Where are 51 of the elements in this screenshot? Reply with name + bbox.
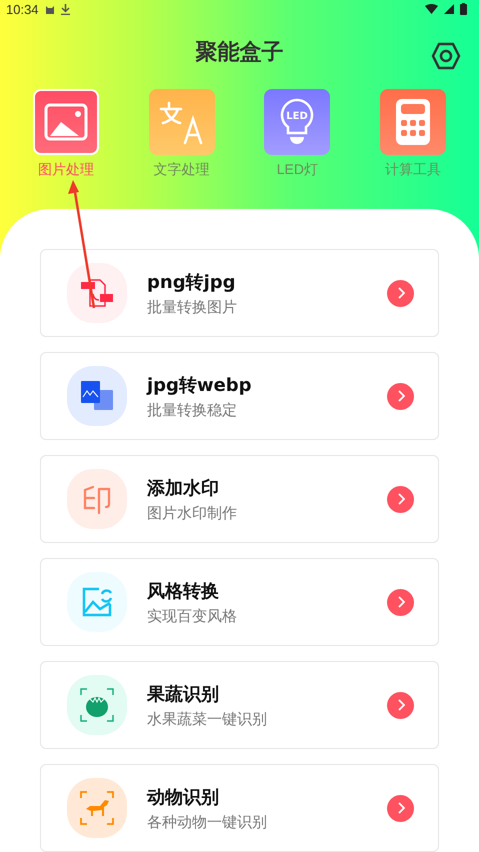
settings-button[interactable] xyxy=(431,42,461,72)
cat-icon xyxy=(44,4,55,14)
category-label: 图片处理 xyxy=(38,161,94,179)
file-convert-icon xyxy=(80,278,114,308)
tool-subtitle: 各种动物一键识别 xyxy=(147,812,268,832)
settings-icon xyxy=(431,42,461,70)
open-button[interactable] xyxy=(387,588,414,616)
open-button[interactable] xyxy=(387,794,414,822)
dog-scan-icon xyxy=(80,791,114,825)
chevron-right-icon xyxy=(396,699,404,711)
chevron-right-icon xyxy=(396,493,404,505)
seal-character-icon xyxy=(82,484,112,514)
chevron-right-icon xyxy=(396,802,404,814)
tool-card[interactable]: jpg转webp 批量转换稳定 xyxy=(40,352,439,440)
images-icon xyxy=(80,380,114,412)
tool-subtitle: 图片水印制作 xyxy=(147,504,238,522)
chevron-right-icon xyxy=(396,596,404,608)
open-button[interactable] xyxy=(387,692,414,718)
tool-subtitle: 实现百变风格 xyxy=(147,606,238,626)
tool-card[interactable]: 添加水印 图片水印制作 xyxy=(40,455,439,543)
tool-title: 果蔬识别 xyxy=(147,682,220,706)
category-label: 文字处理 xyxy=(154,161,210,179)
category-label: LED灯 xyxy=(276,161,318,179)
wifi-icon xyxy=(425,4,438,14)
signal-icon xyxy=(444,4,454,14)
download-icon xyxy=(60,4,70,15)
tool-title: 风格转换 xyxy=(147,580,220,602)
tool-title: png转jpg xyxy=(147,270,237,294)
calculator-icon xyxy=(395,98,432,146)
battery-icon xyxy=(460,3,467,16)
tool-card[interactable]: 动物识别 各种动物一键识别 xyxy=(40,764,439,852)
category-label: 计算工具 xyxy=(385,161,442,179)
tool-title: jpg转webp xyxy=(147,374,253,396)
open-button[interactable] xyxy=(387,486,414,512)
image-refresh-icon xyxy=(81,586,113,618)
tomato-scan-icon xyxy=(80,688,114,722)
tool-title: 添加水印 xyxy=(147,476,220,500)
tool-subtitle: 水果蔬菜一键识别 xyxy=(147,710,268,728)
app-title: 聚能盒子 xyxy=(196,38,284,67)
open-button[interactable] xyxy=(387,280,414,306)
tool-card[interactable]: png转jpg 批量转换图片 xyxy=(40,249,439,337)
tool-card[interactable]: 风格转换 实现百变风格 xyxy=(40,558,439,646)
chevron-right-icon xyxy=(396,390,404,402)
tool-subtitle: 批量转换图片 xyxy=(147,298,238,316)
open-button[interactable] xyxy=(387,382,414,410)
status-time: 10:34 xyxy=(6,2,39,17)
tool-subtitle: 批量转换稳定 xyxy=(147,400,238,420)
chevron-right-icon xyxy=(396,287,404,299)
image-icon xyxy=(42,102,89,142)
tool-card[interactable]: 果蔬识别 水果蔬菜一键识别 xyxy=(40,661,439,749)
tool-title: 动物识别 xyxy=(147,786,220,808)
